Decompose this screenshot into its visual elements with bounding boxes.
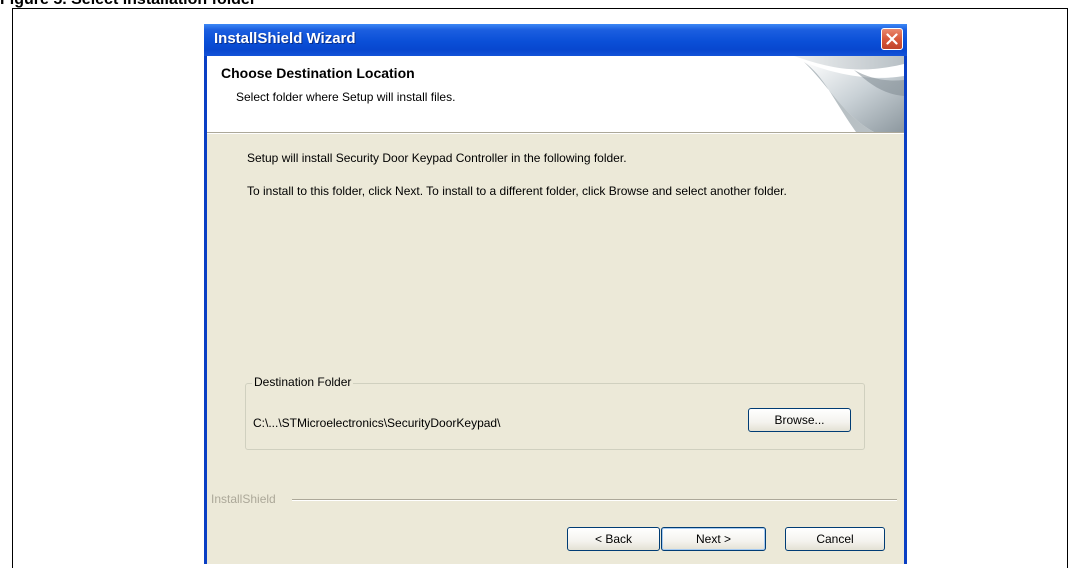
- back-button[interactable]: < Back: [567, 527, 660, 551]
- footer-separator: [292, 499, 897, 501]
- close-icon: [886, 33, 898, 45]
- cancel-button[interactable]: Cancel: [785, 527, 885, 551]
- title-bar[interactable]: InstallShield Wizard: [204, 24, 907, 56]
- header-title: Choose Destination Location: [221, 65, 415, 81]
- header-subtitle: Select folder where Setup will install f…: [236, 90, 456, 104]
- close-button[interactable]: [881, 28, 903, 50]
- destination-path: C:\...\STMicroelectronics\SecurityDoorKe…: [253, 416, 501, 430]
- installshield-wizard-window: InstallShield Wizard Choose Destination …: [204, 24, 907, 564]
- dialog-client-area: Choose Destination Location Select folde…: [207, 56, 904, 564]
- page-curl-icon: [794, 56, 904, 132]
- next-button[interactable]: Next >: [661, 527, 766, 551]
- header-separator: [207, 132, 904, 134]
- destination-folder-legend: Destination Folder: [252, 375, 354, 389]
- install-instructions-text: To install to this folder, click Next. T…: [247, 184, 787, 198]
- install-target-text: Setup will install Security Door Keypad …: [247, 151, 627, 165]
- browse-button[interactable]: Browse...: [748, 408, 851, 432]
- header-band: Choose Destination Location Select folde…: [207, 56, 904, 132]
- installshield-brand-label: InstallShield: [211, 492, 276, 506]
- window-title: InstallShield Wizard: [214, 30, 356, 47]
